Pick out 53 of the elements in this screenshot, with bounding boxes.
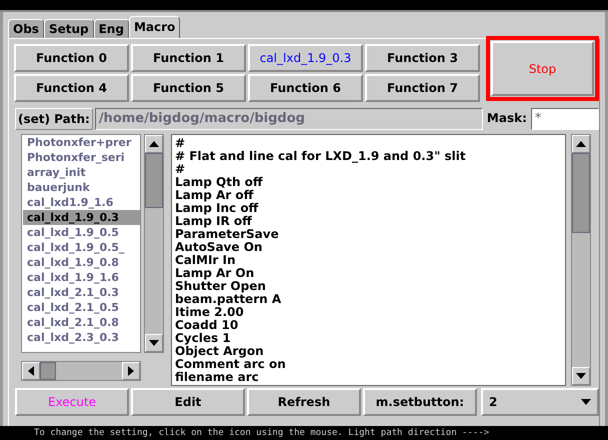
scroll-thumb[interactable] [572, 153, 590, 233]
macro-list-item[interactable]: cal_lxd_1.9_0.3 [23, 210, 140, 225]
tab[interactable]: Eng [94, 19, 129, 38]
tab[interactable]: Macro [128, 16, 180, 38]
action-button[interactable]: Edit [130, 388, 245, 416]
function-button[interactable]: Function 4 [14, 74, 129, 102]
action-button[interactable]: m.setbutton: [362, 388, 477, 416]
function-button[interactable]: Function 1 [131, 44, 246, 72]
macro-text-line: Lamp Qth off [175, 176, 264, 189]
macro-text-line: Object Argon [175, 345, 265, 358]
scroll-down-icon [576, 371, 586, 381]
tab[interactable]: Setup [44, 19, 94, 38]
macro-text-line: CalMIr In [175, 254, 237, 267]
function-button[interactable]: Function 6 [248, 74, 363, 102]
macro-text-line: Coadd 10 [175, 319, 240, 332]
function-button[interactable]: cal_lxd_1.9_0.3 [248, 44, 363, 72]
macro-text-line: # [175, 163, 186, 176]
macro-text-line: # [175, 137, 186, 150]
scroll-thumb[interactable] [145, 153, 163, 208]
setbutton-dropdown[interactable]: 2 [480, 388, 599, 416]
function-button[interactable]: Function 5 [131, 74, 246, 102]
macro-text-line: Lamp Ar On [175, 267, 256, 280]
macro-text-line: Lamp Inc off [175, 202, 260, 215]
mask-field[interactable]: * [530, 108, 599, 130]
macro-text-line: AutoSave On [175, 241, 264, 254]
path-label: (set) Path: [15, 108, 93, 130]
macro-text-line: Shutter Open [175, 280, 267, 293]
tab[interactable]: Obs [8, 19, 44, 38]
scroll-up-icon [576, 139, 586, 149]
horizontal-scrollbar[interactable] [21, 361, 141, 381]
action-button[interactable]: Refresh [246, 388, 361, 416]
macro-text-line: Cycles 1 [175, 332, 232, 345]
macro-text-line: Comment arc on [175, 358, 287, 371]
macro-text-line: Itime 2.00 [175, 306, 244, 319]
scrollbar[interactable] [144, 134, 164, 353]
macro-text-line: ParameterSave [175, 228, 280, 241]
function-button[interactable]: Function 3 [365, 44, 480, 72]
macro-text-line: # Flat and line cal for LXD_1.9 and 0.3" slit [175, 150, 467, 163]
function-button[interactable]: Function 7 [365, 74, 480, 102]
scroll-down-icon [149, 338, 159, 348]
macro-text-area[interactable] [171, 134, 566, 386]
dropdown-caret-icon [581, 397, 591, 407]
macro-text-line: Lamp IR off [175, 215, 253, 228]
scroll-thumb[interactable] [40, 362, 56, 380]
macro-text-line: Lamp Ar off [175, 189, 254, 202]
macro-text-line: beam.pattern A [175, 293, 282, 306]
scrollbar[interactable] [571, 134, 591, 386]
scroll-left-icon [26, 366, 36, 376]
scroll-right-icon [126, 366, 136, 376]
path-field[interactable]: /home/bigdog/macro/bigdog [94, 108, 483, 130]
macro-text-line: filename arc [175, 371, 260, 384]
function-button[interactable]: Function 0 [14, 44, 129, 72]
scroll-up-icon [149, 139, 159, 149]
